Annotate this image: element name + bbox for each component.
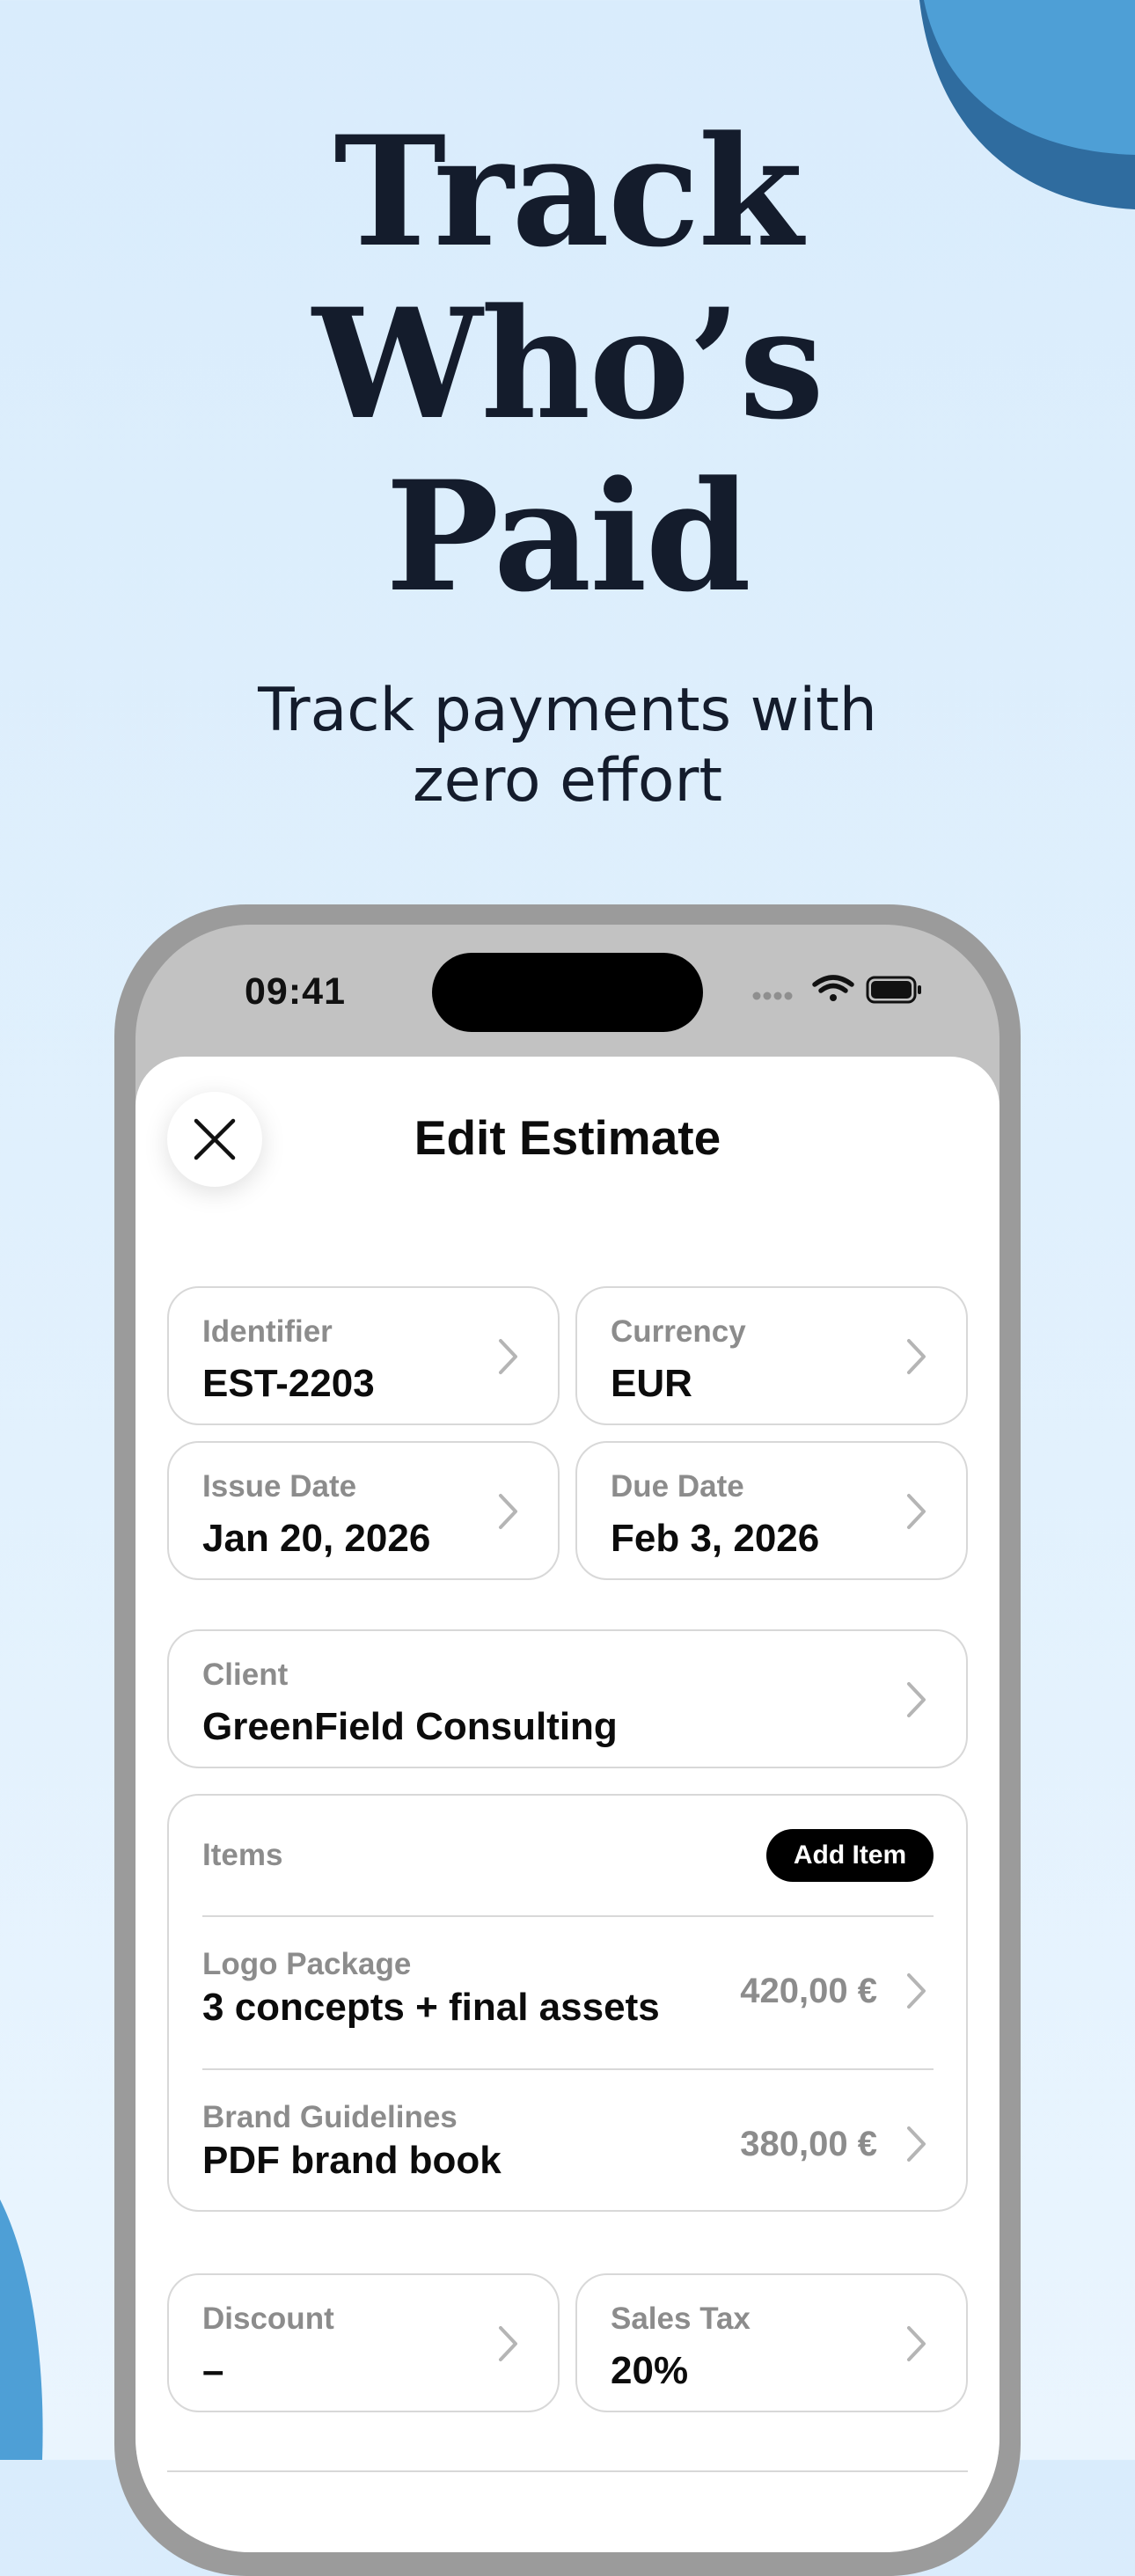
identifier-field[interactable]: Identifier EST-2203 xyxy=(167,1286,560,1425)
line-item-description: 3 concepts + final assets xyxy=(202,1986,660,2029)
client-label: Client xyxy=(202,1658,289,1692)
currency-label: Currency xyxy=(611,1314,746,1349)
line-item-description: PDF brand book xyxy=(202,2139,502,2182)
chevron-right-icon xyxy=(907,2126,926,2162)
chevron-right-icon xyxy=(907,1494,926,1529)
chevron-right-icon xyxy=(907,1682,926,1717)
client-field[interactable]: Client GreenField Consulting xyxy=(167,1629,968,1768)
due-date-field[interactable]: Due Date Feb 3, 2026 xyxy=(575,1441,968,1580)
sales-tax-value: 20% xyxy=(611,2349,689,2392)
hero-subhead-line: Track payments with xyxy=(258,676,877,745)
section-divider xyxy=(167,2470,968,2472)
line-item-price: 420,00 € xyxy=(740,1972,877,2010)
due-date-value: Feb 3, 2026 xyxy=(611,1517,820,1560)
line-item-name: Brand Guidelines xyxy=(202,2100,458,2134)
currency-value: EUR xyxy=(611,1362,692,1405)
identifier-value: EST-2203 xyxy=(202,1362,375,1405)
sales-tax-label: Sales Tax xyxy=(611,2302,751,2336)
sheet-title: Edit Estimate xyxy=(414,1110,721,1165)
chevron-right-icon xyxy=(499,2326,517,2361)
issue-date-field[interactable]: Issue Date Jan 20, 2026 xyxy=(167,1441,560,1580)
hero-headline-line: Who’s xyxy=(312,274,824,453)
status-icons xyxy=(752,975,921,1004)
currency-field[interactable]: Currency EUR xyxy=(575,1286,968,1425)
line-item-row[interactable]: Logo Package 3 concepts + final assets 4… xyxy=(169,1917,965,2067)
status-time: 09:41 xyxy=(245,970,346,1013)
chevron-right-icon xyxy=(907,2326,926,2361)
issue-date-value: Jan 20, 2026 xyxy=(202,1517,431,1560)
line-item-price: 380,00 € xyxy=(740,2125,877,2163)
edit-estimate-sheet: Edit Estimate Identifier EST-2203 Curren… xyxy=(135,1057,1000,2552)
hero-subhead-line: zero effort xyxy=(412,746,723,816)
hero-headline-line: Paid xyxy=(385,447,751,626)
phone-screen: 09:41 Edit Estimate Identifier EST-2203 xyxy=(135,925,1000,2552)
wifi-icon xyxy=(812,975,854,1001)
chevron-right-icon xyxy=(907,1973,926,2009)
items-label: Items xyxy=(202,1838,283,1872)
items-section: Items Add Item Logo Package 3 concepts +… xyxy=(167,1794,968,2212)
chevron-right-icon xyxy=(499,1339,517,1374)
signal-dots-icon xyxy=(752,992,793,1000)
discount-label: Discount xyxy=(202,2302,334,2336)
add-item-button[interactable]: Add Item xyxy=(766,1829,934,1882)
line-item-name: Logo Package xyxy=(202,1947,412,1981)
hero-subhead: Track payments with zero effort xyxy=(0,676,1135,816)
due-date-label: Due Date xyxy=(611,1469,744,1504)
chevron-right-icon xyxy=(907,1339,926,1374)
discount-value: – xyxy=(202,2349,224,2392)
chevron-right-icon xyxy=(499,1494,517,1529)
sales-tax-field[interactable]: Sales Tax 20% xyxy=(575,2273,968,2412)
hero-headline: Track Who’s Paid xyxy=(0,106,1135,623)
line-item-row[interactable]: Brand Guidelines PDF brand book 380,00 € xyxy=(169,2070,965,2220)
dynamic-island xyxy=(432,953,703,1032)
battery-icon xyxy=(866,976,921,1004)
client-value: GreenField Consulting xyxy=(202,1705,618,1748)
discount-field[interactable]: Discount – xyxy=(167,2273,560,2412)
issue-date-label: Issue Date xyxy=(202,1469,357,1504)
identifier-label: Identifier xyxy=(202,1314,333,1349)
hero-headline-line: Track xyxy=(333,102,802,281)
